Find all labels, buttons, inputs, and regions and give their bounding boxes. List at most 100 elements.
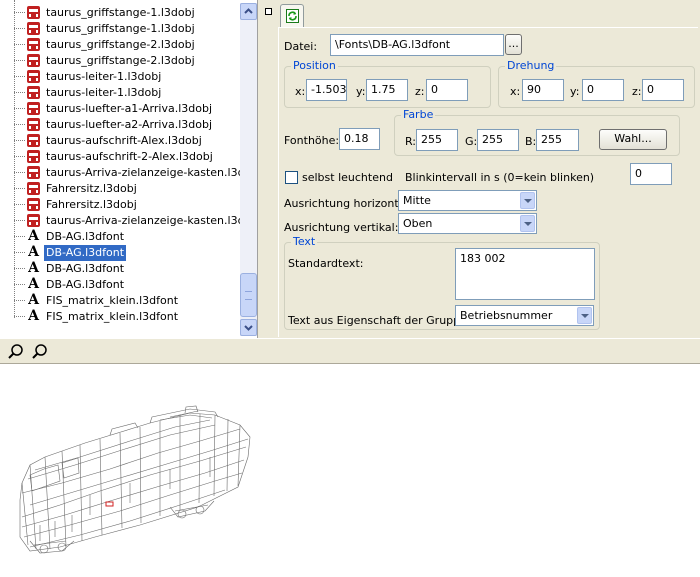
tree-scrollbar[interactable] <box>240 3 257 336</box>
farbe-g-input[interactable]: 255 <box>477 129 519 151</box>
blink-input[interactable]: 0 <box>630 163 672 185</box>
object-icon <box>27 86 40 99</box>
tree-item[interactable]: A DB-AG.l3dfont <box>0 245 240 261</box>
tree-item[interactable]: taurus_griffstange-2.l3dobj <box>0 53 240 69</box>
tree-branch-line <box>14 172 25 173</box>
properties-panel: Datei: \Fonts\DB-AG.l3dfont ... Position… <box>260 0 700 338</box>
tree-item[interactable]: Fahrersitz.l3dobj <box>0 181 240 197</box>
position-z-input[interactable]: 0 <box>426 79 468 101</box>
chevron-down-icon[interactable] <box>520 192 535 209</box>
drehung-z-input[interactable]: 0 <box>642 79 684 101</box>
viewport-toolbar <box>0 338 700 364</box>
object-icon <box>27 150 40 163</box>
drehung-x-input[interactable]: 90 <box>522 79 564 101</box>
drehung-y-input[interactable]: 0 <box>582 79 624 101</box>
tree-item[interactable]: A FIS_matrix_klein.l3dfont <box>0 309 240 325</box>
datei-label: Datei: <box>284 40 318 53</box>
tree-item[interactable]: taurus-Arriva-zielanzeige-kasten.l3dobj <box>0 165 257 181</box>
scroll-up-button[interactable] <box>240 3 257 20</box>
font-icon: A <box>28 244 39 260</box>
farbe-r-label: R: <box>405 135 417 148</box>
locomotive-wireframe <box>19 405 251 554</box>
object-icon <box>27 118 40 131</box>
zoom-in-button[interactable] <box>7 343 25 361</box>
object-tree[interactable]: taurus_griffstange-1.l3dobj taurus_griffs… <box>0 0 258 338</box>
tree-branch-line <box>14 236 25 237</box>
position-y-input[interactable]: 1.75 <box>366 79 408 101</box>
position-group-title: Position <box>291 59 338 72</box>
eigenschaft-select[interactable]: Betriebsnummer <box>455 305 594 326</box>
tree-branch-line <box>14 124 25 125</box>
object-icon <box>27 166 40 179</box>
tree-item[interactable]: taurus-leiter-1.l3dobj <box>0 69 240 85</box>
position-x-input[interactable]: -1.503 <box>306 79 347 101</box>
chevron-down-icon[interactable] <box>520 215 535 232</box>
zoom-out-icon <box>32 344 47 359</box>
scroll-thumb[interactable] <box>240 273 257 317</box>
tree-branch-line <box>14 300 25 301</box>
standardtext-input[interactable]: 183 002 <box>455 248 595 300</box>
tree-item-label: taurus_griffstange-1.l3dobj <box>46 6 195 19</box>
3d-viewport[interactable] <box>0 365 700 574</box>
farbe-r-input[interactable]: 255 <box>416 129 458 151</box>
ausrichtung-h-select[interactable]: Mitte <box>398 190 537 211</box>
tree-item[interactable]: taurus-leiter-1.l3dobj <box>0 85 240 101</box>
zoom-out-button[interactable] <box>31 343 49 361</box>
farbe-group-title: Farbe <box>401 108 436 121</box>
collapse-box[interactable] <box>265 8 272 15</box>
farbe-g-label: G: <box>465 135 478 148</box>
number-plate-marker <box>105 501 114 507</box>
tree-item-label: Fahrersitz.l3dobj <box>46 182 137 195</box>
datei-field[interactable]: \Fonts\DB-AG.l3dfont <box>330 34 504 56</box>
tree-branch-line <box>14 204 25 205</box>
object-icon <box>27 22 40 35</box>
ausrichtung-v-value: Oben <box>403 217 433 230</box>
tree-item[interactable]: taurus-luefter-a1-Arriva.l3dobj <box>0 101 240 117</box>
chevron-down-icon <box>244 325 253 331</box>
ausrichtung-h-value: Mitte <box>403 194 431 207</box>
chevron-down-icon[interactable] <box>577 307 592 324</box>
blink-label: Blinkintervall in s (0=kein blinken) <box>405 171 595 184</box>
tree-item[interactable]: taurus_griffstange-2.l3dobj <box>0 37 240 53</box>
tree-item-label: taurus-leiter-1.l3dobj <box>46 86 162 99</box>
tree-branch-line <box>14 220 25 221</box>
tree-item-label: taurus-Arriva-zielanzeige-kasten.l3dobj <box>46 166 258 179</box>
tree-item-label: taurus-aufschrift-Alex.l3dobj <box>46 134 202 147</box>
object-icon <box>27 38 40 51</box>
ausrichtung-h-label: Ausrichtung horizontal: <box>284 197 413 210</box>
selbst-leuchtend-checkbox[interactable] <box>285 171 298 184</box>
drehung-y-label: y: <box>570 85 580 98</box>
standardtext-label: Standardtext: <box>288 257 364 270</box>
tree-item-label: FIS_matrix_klein.l3dfont <box>46 294 179 307</box>
tree-item-label: taurus_griffstange-2.l3dobj <box>46 38 195 51</box>
tree-item[interactable]: taurus-aufschrift-2-Alex.l3dobj <box>0 149 240 165</box>
browse-button[interactable]: ... <box>505 34 522 55</box>
fonthoehe-input[interactable]: 0.18 <box>339 128 380 150</box>
tree-item[interactable]: taurus_griffstange-1.l3dobj <box>0 21 240 37</box>
tree-item[interactable]: taurus-Arriva-zielanzeige-kasten.l3dobj <box>0 213 257 229</box>
tree-item[interactable]: A FIS_matrix_klein.l3dfont <box>0 293 240 309</box>
color-choose-button[interactable]: Wahl... <box>599 129 667 150</box>
tree-branch-line <box>14 76 25 77</box>
tree-item[interactable]: Fahrersitz.l3dobj <box>0 197 240 213</box>
tree-branch-line <box>14 268 25 269</box>
object-icon <box>27 102 40 115</box>
position-z-label: z: <box>415 85 425 98</box>
position-x-label: x: <box>295 85 306 98</box>
tree-branch-line <box>14 60 25 61</box>
tree-item[interactable]: A DB-AG.l3dfont <box>0 277 240 293</box>
tree-item-label: DB-AG.l3dfont <box>44 245 127 261</box>
tree-item[interactable]: taurus-luefter-a2-Arriva.l3dobj <box>0 117 240 133</box>
ausrichtung-v-select[interactable]: Oben <box>398 213 537 234</box>
tree-item[interactable]: taurus_griffstange-1.l3dobj <box>0 5 240 21</box>
tree-branch-line <box>14 108 25 109</box>
scroll-down-button[interactable] <box>240 319 257 336</box>
tree-item[interactable]: A DB-AG.l3dfont <box>0 261 240 277</box>
tree-item-label: Fahrersitz.l3dobj <box>46 198 137 211</box>
tree-item[interactable]: A DB-AG.l3dfont <box>0 229 240 245</box>
tree-branch-line <box>14 284 25 285</box>
tab-refresh[interactable] <box>280 4 304 28</box>
farbe-b-input[interactable]: 255 <box>536 129 579 151</box>
tree-item[interactable]: taurus-aufschrift-Alex.l3dobj <box>0 133 240 149</box>
object-icon <box>27 54 40 67</box>
